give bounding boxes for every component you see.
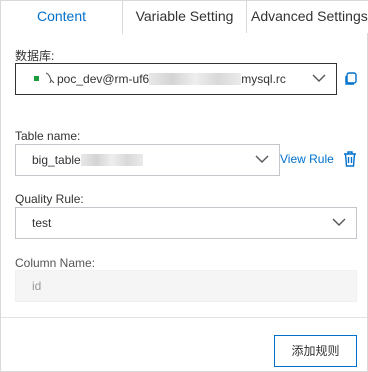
quality-rule-value: test (32, 216, 52, 230)
column-name-field[interactable]: id (15, 270, 357, 302)
redacted-text (149, 73, 242, 85)
table-name-label: Table name: (15, 129, 81, 143)
database-select[interactable]: poc_dev@rm-uf6 mysql.rc (15, 63, 337, 95)
table-name-value: big_table (32, 145, 143, 175)
table-name-select[interactable]: big_table (15, 144, 280, 176)
tab-content[interactable]: Content (1, 1, 123, 34)
copy-icon[interactable] (344, 72, 358, 86)
quality-rule-label: Quality Rule: (15, 192, 84, 206)
trash-icon[interactable] (343, 151, 357, 167)
database-label: 数据库: (15, 49, 55, 63)
tab-advanced-settings[interactable]: Advanced Settings (247, 1, 368, 33)
rule-config-panel: Content Variable Setting Advanced Settin… (0, 0, 368, 372)
view-rule-link[interactable]: View Rule (280, 152, 334, 166)
chevron-down-icon (255, 155, 269, 163)
mysql-icon (45, 65, 57, 95)
column-name-label: Column Name: (15, 256, 96, 270)
add-rule-button[interactable]: 添加规则 (274, 335, 357, 367)
chevron-down-icon (332, 218, 346, 226)
chevron-down-icon (312, 74, 326, 82)
status-dot (34, 76, 39, 81)
footer-divider (1, 317, 367, 318)
tab-bar: Content Variable Setting Advanced Settin… (1, 1, 368, 34)
database-select-value: poc_dev@rm-uf6 mysql.rc (34, 64, 286, 95)
quality-rule-select[interactable]: test (15, 207, 357, 239)
redacted-text (80, 154, 143, 166)
tab-variable-setting[interactable]: Variable Setting (123, 1, 247, 33)
